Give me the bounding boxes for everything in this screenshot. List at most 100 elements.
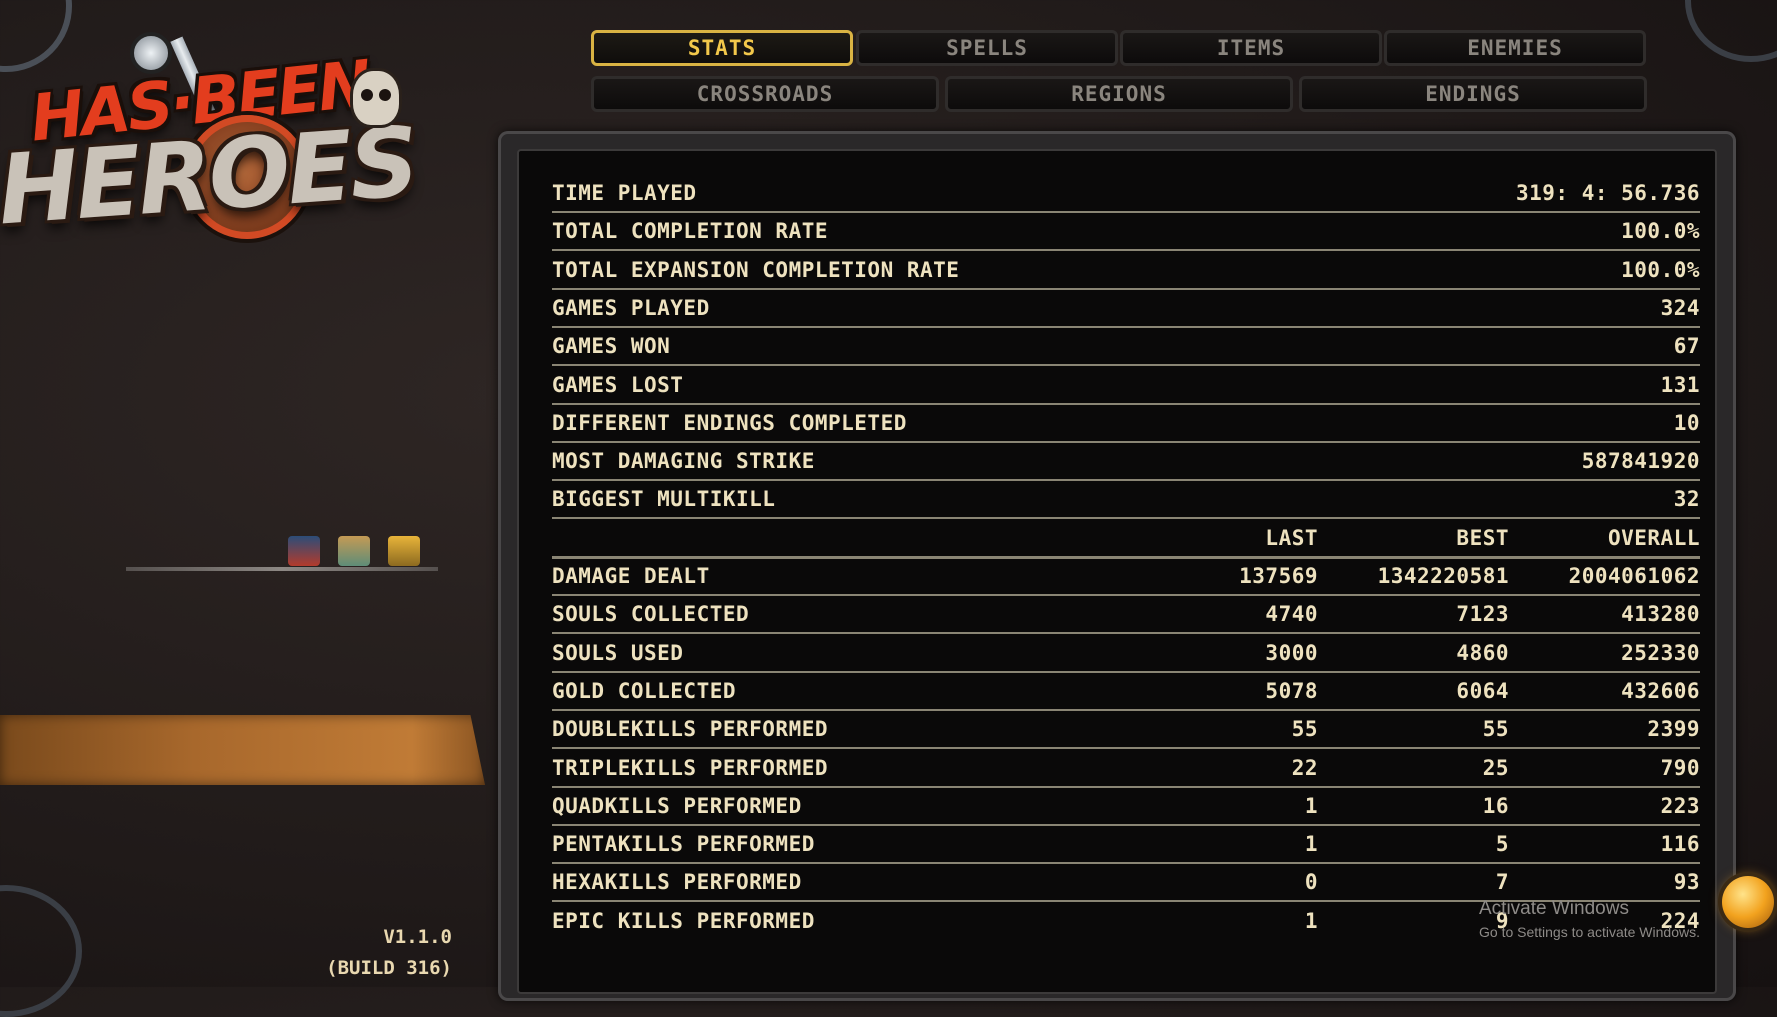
table-row-label: SOULS COLLECTED bbox=[552, 602, 750, 627]
stat-value: 587841920 bbox=[1581, 449, 1700, 474]
menu-active-highlight bbox=[0, 715, 485, 785]
stat-label: GAMES LOST bbox=[552, 372, 684, 397]
table-cell-overall: 223 bbox=[1660, 793, 1700, 818]
table-cell-overall: 116 bbox=[1660, 832, 1700, 857]
column-header-overall: OVERALL bbox=[1607, 525, 1700, 550]
build-number: (BUILD 316) bbox=[326, 957, 452, 979]
table-row: QUADKILLS PERFORMED 1 16 223 bbox=[552, 788, 1700, 826]
table-cell-last: 1 bbox=[1304, 908, 1318, 933]
table-header: LAST BEST OVERALL bbox=[552, 520, 1700, 559]
version-number: V1.1.0 bbox=[383, 926, 452, 948]
hero-rogue-icon[interactable] bbox=[288, 536, 320, 566]
stat-row: TIME PLAYED 319: 4: 56.736 bbox=[552, 175, 1700, 213]
table-cell-overall: 252330 bbox=[1621, 640, 1700, 665]
table-cell-overall: 2399 bbox=[1647, 717, 1700, 742]
stat-row: TOTAL EXPANSION COMPLETION RATE 100.0% bbox=[552, 252, 1700, 290]
column-header-best: BEST bbox=[1456, 525, 1509, 550]
stat-label: TIME PLAYED bbox=[552, 181, 697, 205]
table-row-label: PENTAKILLS PERFORMED bbox=[552, 832, 815, 857]
tab-spells[interactable]: SPELLS bbox=[856, 30, 1118, 66]
table-row: DAMAGE DEALT 137569 1342220581 2004061062 bbox=[552, 558, 1700, 596]
tab-items[interactable]: ITEMS bbox=[1120, 30, 1382, 66]
table-row: GOLD COLLECTED 5078 6064 432606 bbox=[552, 673, 1700, 711]
corner-ornament bbox=[0, 885, 82, 1017]
tab-stats[interactable]: STATS bbox=[591, 30, 853, 66]
stat-row: GAMES PLAYED 324 bbox=[552, 290, 1700, 328]
skull-icon bbox=[350, 68, 402, 128]
game-logo: HAS·BEEN HEROES bbox=[0, 10, 450, 270]
stat-label: DIFFERENT ENDINGS COMPLETED bbox=[552, 410, 907, 435]
table-cell-overall: 93 bbox=[1673, 870, 1700, 895]
table-cell-overall: 790 bbox=[1660, 755, 1700, 780]
table-cell-best: 55 bbox=[1482, 717, 1509, 742]
table-row-label: EPIC KILLS PERFORMED bbox=[552, 908, 815, 933]
stat-row: GAMES LOST 131 bbox=[552, 367, 1700, 405]
table-cell-last: 1 bbox=[1304, 793, 1318, 818]
table-cell-last: 0 bbox=[1304, 870, 1318, 895]
table-row: DOUBLEKILLS PERFORMED 55 55 2399 bbox=[552, 711, 1700, 750]
stat-label: GAMES WON bbox=[552, 334, 671, 359]
table-row-label: DOUBLEKILLS PERFORMED bbox=[552, 717, 829, 742]
table-row: PENTAKILLS PERFORMED 1 5 116 bbox=[552, 826, 1700, 865]
table-cell-last: 5078 bbox=[1265, 678, 1318, 703]
glowing-orb-icon[interactable] bbox=[1722, 876, 1774, 928]
table-cell-last: 22 bbox=[1291, 755, 1318, 780]
stat-label: MOST DAMAGING STRIKE bbox=[552, 449, 815, 474]
stat-row: MOST DAMAGING STRIKE 587841920 bbox=[552, 443, 1700, 482]
column-header-last: LAST bbox=[1265, 525, 1318, 550]
table-cell-last: 3000 bbox=[1265, 640, 1318, 665]
stat-value: 100.0% bbox=[1621, 219, 1700, 244]
table-cell-overall: 2004061062 bbox=[1568, 564, 1700, 588]
watermark-subtitle: Go to Settings to activate Windows. bbox=[1479, 924, 1700, 940]
tab-regions[interactable]: REGIONS bbox=[945, 76, 1293, 112]
table-cell-best: 25 bbox=[1482, 755, 1509, 780]
table-row-label: QUADKILLS PERFORMED bbox=[552, 793, 802, 818]
windows-activation-watermark: Activate Windows Go to Settings to activ… bbox=[1479, 898, 1700, 940]
hero-monk-icon[interactable] bbox=[338, 536, 370, 566]
table-row-label: TRIPLEKILLS PERFORMED bbox=[552, 755, 829, 780]
table-row-label: DAMAGE DEALT bbox=[552, 564, 710, 588]
table-cell-best: 7 bbox=[1495, 870, 1509, 895]
stat-value: 10 bbox=[1673, 410, 1700, 435]
tab-enemies[interactable]: ENEMIES bbox=[1384, 30, 1646, 66]
stat-label: BIGGEST MULTIKILL bbox=[552, 487, 776, 512]
table-cell-last: 137569 bbox=[1239, 564, 1318, 588]
tab-endings[interactable]: ENDINGS bbox=[1299, 76, 1647, 112]
stat-value: 131 bbox=[1660, 372, 1700, 397]
table-cell-last: 1 bbox=[1304, 832, 1318, 857]
table-row: SOULS COLLECTED 4740 7123 413280 bbox=[552, 596, 1700, 635]
table-cell-best: 5 bbox=[1495, 832, 1509, 857]
stat-row: GAMES WON 67 bbox=[552, 328, 1700, 367]
table-row-label: SOULS USED bbox=[552, 640, 684, 665]
table-cell-best: 1342220581 bbox=[1377, 564, 1509, 588]
table-cell-best: 16 bbox=[1482, 793, 1509, 818]
stat-value: 319: 4: 56.736 bbox=[1515, 181, 1700, 205]
table-cell-overall: 432606 bbox=[1621, 678, 1700, 703]
stat-value: 32 bbox=[1673, 487, 1700, 512]
stat-row: BIGGEST MULTIKILL 32 bbox=[552, 481, 1700, 520]
watermark-title: Activate Windows bbox=[1479, 898, 1629, 919]
hero-knight-icon[interactable] bbox=[388, 536, 420, 566]
table-row: TRIPLEKILLS PERFORMED 22 25 790 bbox=[552, 750, 1700, 788]
stat-row: TOTAL COMPLETION RATE 100.0% bbox=[552, 213, 1700, 252]
stat-value: 324 bbox=[1660, 295, 1700, 320]
table-cell-best: 4860 bbox=[1456, 640, 1509, 665]
stat-label: GAMES PLAYED bbox=[552, 295, 710, 320]
stat-value: 67 bbox=[1673, 334, 1700, 359]
stat-value: 100.0% bbox=[1621, 257, 1700, 282]
stat-row: DIFFERENT ENDINGS COMPLETED 10 bbox=[552, 405, 1700, 443]
table-row-label: HEXAKILLS PERFORMED bbox=[552, 870, 802, 895]
table-cell-best: 6064 bbox=[1456, 678, 1509, 703]
table-cell-best: 7123 bbox=[1456, 602, 1509, 627]
table-cell-last: 55 bbox=[1291, 717, 1318, 742]
hero-icons bbox=[288, 536, 420, 566]
table-row: HEXAKILLS PERFORMED 0 7 93 bbox=[552, 864, 1700, 903]
table-row-label: GOLD COLLECTED bbox=[552, 678, 737, 703]
tab-crossroads[interactable]: CROSSROADS bbox=[591, 76, 939, 112]
stat-label: TOTAL COMPLETION RATE bbox=[552, 219, 829, 244]
table-cell-overall: 413280 bbox=[1621, 602, 1700, 627]
table-cell-last: 4740 bbox=[1265, 602, 1318, 627]
menu-divider bbox=[126, 567, 438, 571]
table-row: SOULS USED 3000 4860 252330 bbox=[552, 635, 1700, 673]
stat-label: TOTAL EXPANSION COMPLETION RATE bbox=[552, 257, 960, 282]
